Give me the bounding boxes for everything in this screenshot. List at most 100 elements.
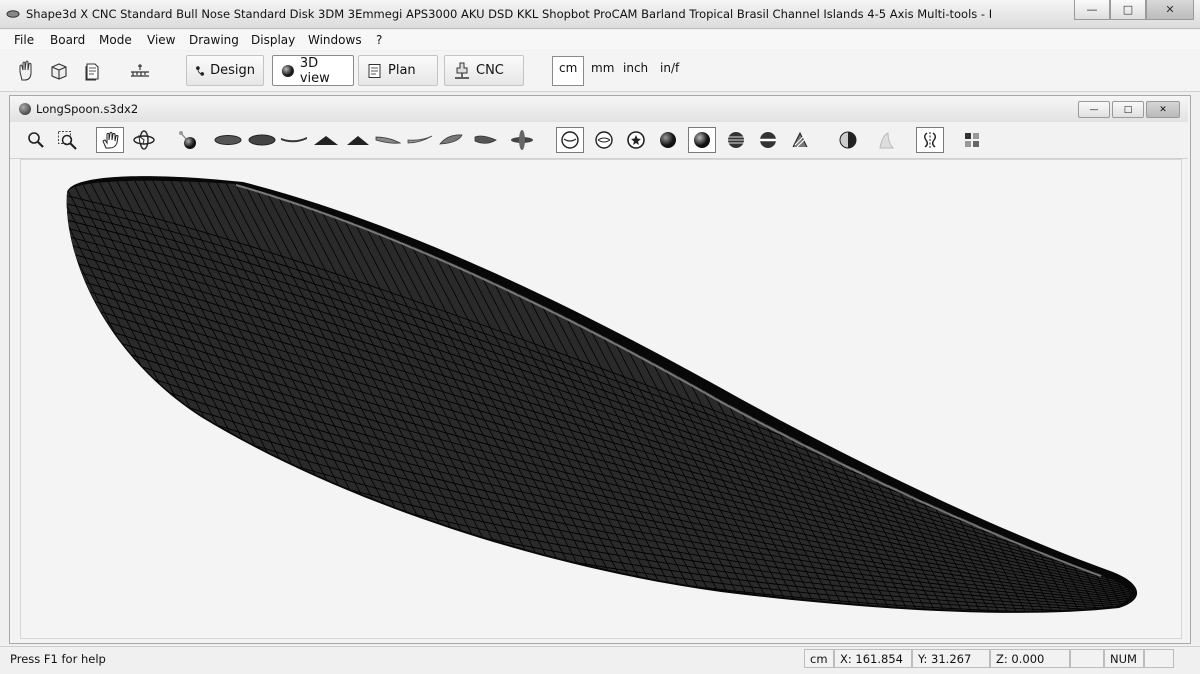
doc-maximize-button[interactable]: □ <box>1112 101 1144 118</box>
render-gear-icon[interactable] <box>622 127 650 153</box>
menu-help-label: ? <box>376 33 383 47</box>
view-back-icon[interactable] <box>344 127 372 153</box>
menu-bar: File Board Mode View Drawing Display Win… <box>0 30 1200 50</box>
fin-icon[interactable] <box>872 127 900 153</box>
minimize-button[interactable]: — <box>1074 0 1110 20</box>
menu-mode-label: Mode <box>99 33 132 47</box>
mode-cnc-label: CNC <box>476 63 504 78</box>
mode-plan-button[interactable]: Plan <box>358 55 438 86</box>
cnc-icon <box>455 62 469 79</box>
doc-close-button[interactable]: ✕ <box>1146 101 1180 118</box>
render-outline-icon[interactable] <box>754 127 782 153</box>
view-side-icon[interactable] <box>280 127 308 153</box>
doc-close-icon: ✕ <box>1159 104 1167 115</box>
mesh-diagonal-line <box>1150 160 1181 638</box>
mode-3d-view-button[interactable]: 3D view <box>272 55 354 86</box>
box-icon[interactable] <box>47 59 71 83</box>
symmetry-icon[interactable] <box>916 127 944 153</box>
status-empty-pane <box>1070 649 1104 668</box>
mesh-diagonal-line <box>21 160 50 638</box>
mesh-diagonal-line <box>1086 180 1130 611</box>
status-y-coordinate: Y: 31.267 <box>912 649 990 668</box>
menu-drawing[interactable]: Drawing <box>189 33 239 47</box>
mesh-diagonal-line <box>66 180 78 611</box>
status-scroll-lock <box>1144 649 1174 668</box>
maximize-button[interactable]: □ <box>1110 0 1146 20</box>
zoom-window-icon[interactable] <box>54 127 82 153</box>
document-name: LongSpoon.s3dx2 <box>36 102 139 116</box>
view-toolbar <box>10 122 1188 159</box>
doc-minimize-button[interactable]: — <box>1078 101 1110 118</box>
mode-plan-label: Plan <box>388 63 416 78</box>
unit-inf-button[interactable]: in/f <box>660 61 679 75</box>
mesh-diagonal-line <box>1122 180 1130 611</box>
menu-windows-label: Windows <box>308 33 362 47</box>
maximize-icon: □ <box>1122 3 1134 16</box>
mesh-diagonal-line <box>21 160 41 638</box>
document-title-bar: LongSpoon.s3dx2 — □ ✕ <box>10 96 1188 122</box>
mesh-diagonal-line <box>66 180 69 611</box>
page-icon[interactable] <box>80 59 104 83</box>
mesh-diagonal-line <box>21 160 32 638</box>
grid-icon[interactable] <box>958 127 986 153</box>
doc-minimize-icon: — <box>1089 104 1099 115</box>
zoom-icon[interactable] <box>22 127 50 153</box>
mode-cnc-button[interactable]: CNC <box>444 55 524 86</box>
view-bottom-icon[interactable] <box>248 127 276 153</box>
view-iso-2-icon[interactable] <box>472 127 500 153</box>
menu-file[interactable]: File <box>14 33 34 47</box>
rotate-icon[interactable] <box>130 127 158 153</box>
hand-icon[interactable] <box>14 59 38 83</box>
menu-help[interactable]: ? <box>376 33 382 47</box>
menu-drawing-label: Drawing <box>189 33 239 47</box>
window-title: Shape3d X CNC Standard Bull Nose Standar… <box>26 7 993 21</box>
menu-mode[interactable]: Mode <box>99 33 132 47</box>
mode-3d-view-label: 3D view <box>299 55 330 86</box>
menu-display[interactable]: Display <box>251 33 295 47</box>
status-unit: cm <box>804 649 834 668</box>
document-icon <box>19 103 31 115</box>
menu-view[interactable]: View <box>147 33 175 47</box>
mesh-diagonal-line <box>1168 160 1181 638</box>
surfboard-model[interactable] <box>21 160 1181 638</box>
mesh-diagonal-line <box>1159 160 1181 638</box>
pan-hand-icon[interactable] <box>96 127 124 153</box>
light-icon[interactable] <box>174 127 202 153</box>
app-icon <box>6 10 20 18</box>
view-nose-icon[interactable] <box>374 127 402 153</box>
mesh-diagonal-line <box>1113 180 1130 611</box>
render-zebra-icon[interactable] <box>834 127 862 153</box>
close-icon: ✕ <box>1165 3 1175 16</box>
render-slices-icon[interactable] <box>722 127 750 153</box>
view-deck-icon[interactable] <box>214 127 242 153</box>
view-axes-icon[interactable] <box>508 127 536 153</box>
render-smooth-icon[interactable] <box>688 127 716 153</box>
unit-inch-button[interactable]: inch <box>623 61 648 75</box>
view-tail-icon[interactable] <box>406 127 434 153</box>
close-button[interactable]: ✕ <box>1146 0 1194 20</box>
render-curvature-icon[interactable] <box>786 127 814 153</box>
scale-icon[interactable] <box>128 59 152 83</box>
status-z-coordinate: Z: 0.000 <box>990 649 1070 668</box>
status-help-text: Press F1 for help <box>10 652 106 666</box>
menu-board-label: Board <box>50 33 86 47</box>
menu-board[interactable]: Board <box>50 33 85 47</box>
mesh-diagonal-line <box>1095 180 1130 611</box>
document-window: LongSpoon.s3dx2 — □ ✕ <box>9 95 1191 644</box>
unit-mm-button[interactable]: mm <box>591 61 614 75</box>
render-wire-icon[interactable] <box>556 127 584 153</box>
mesh-diagonal-line <box>21 160 23 638</box>
view-front-icon[interactable] <box>312 127 340 153</box>
menu-windows[interactable]: Windows <box>308 33 362 47</box>
menu-view-label: View <box>147 33 176 47</box>
sphere-icon <box>281 64 294 77</box>
3d-viewport[interactable] <box>20 159 1182 639</box>
unit-cm-button[interactable]: cm <box>559 61 577 75</box>
mesh-diagonal-line <box>1141 160 1181 638</box>
render-points-icon[interactable] <box>590 127 618 153</box>
view-iso-1-icon[interactable] <box>438 127 466 153</box>
mode-design-button[interactable]: Design <box>186 55 264 86</box>
render-shaded-icon[interactable] <box>654 127 682 153</box>
menu-file-label: File <box>14 33 35 47</box>
plan-icon <box>368 63 381 78</box>
